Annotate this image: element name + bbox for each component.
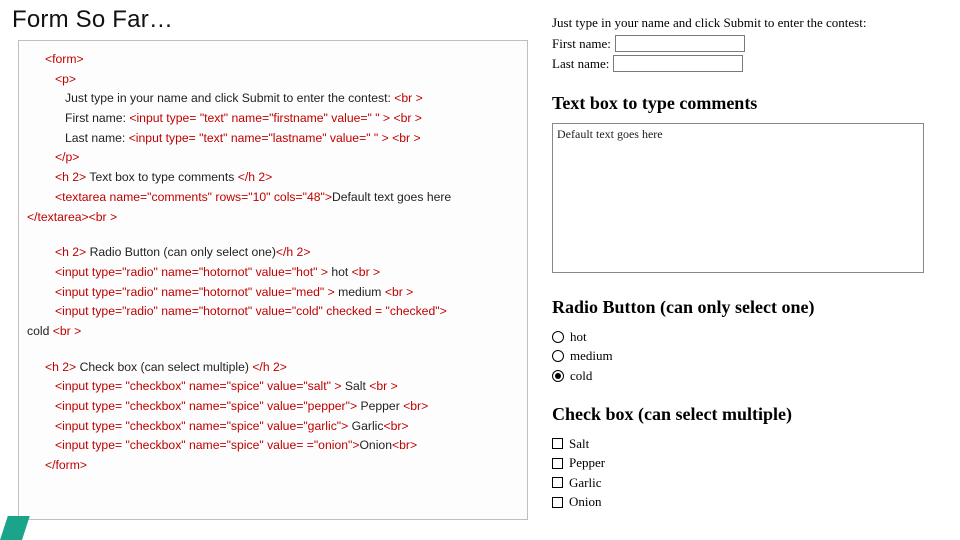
- code-tag: <input type= "checkbox" name="spice" val…: [55, 379, 341, 393]
- radio-cold-label: cold: [570, 367, 592, 385]
- code-tag: </textarea><br >: [27, 210, 117, 224]
- code-text: cold: [27, 324, 53, 338]
- code-tag: </h 2>: [252, 360, 287, 374]
- code-tag: <input type= "text" name="firstname" val…: [129, 111, 390, 125]
- code-tag: <input type="radio" name="hotornot" valu…: [55, 265, 328, 279]
- code-tag: </form>: [45, 458, 87, 472]
- code-tag: <h 2>: [55, 245, 86, 259]
- code-text: hot: [328, 265, 352, 279]
- code-tag: <br>: [403, 399, 428, 413]
- code-tag: <input type= "checkbox" name="spice" val…: [55, 419, 348, 433]
- code-tag: <p>: [55, 72, 76, 86]
- checkbox-garlic[interactable]: [552, 477, 563, 488]
- code-text: Radio Button (can only select one): [86, 245, 276, 259]
- code-text: Pepper: [357, 399, 403, 413]
- code-tag: </p>: [55, 150, 79, 164]
- checkbox-salt[interactable]: [552, 438, 563, 449]
- code-tag: <br >: [369, 379, 397, 393]
- code-tag: <br >: [390, 111, 422, 125]
- code-panel: <form> <p> Just type in your name and cl…: [18, 40, 528, 520]
- code-text: Default text goes here: [332, 190, 451, 204]
- code-tag: </h 2>: [238, 170, 273, 184]
- code-text: Just type in your name and click Submit …: [65, 91, 394, 105]
- code-tag: <br >: [394, 91, 422, 105]
- last-name-input[interactable]: [613, 55, 743, 72]
- checkbox-pepper[interactable]: [552, 458, 563, 469]
- radio-cold[interactable]: [552, 370, 564, 382]
- code-tag: <textarea name="comments" rows="10" cols…: [55, 190, 332, 204]
- radio-hot[interactable]: [552, 331, 564, 343]
- code-tag: <input type="radio" name="hotornot" valu…: [55, 285, 335, 299]
- textbox-heading: Text box to type comments: [552, 91, 937, 115]
- code-tag: <h 2>: [45, 360, 76, 374]
- checkbox-pepper-label: Pepper: [569, 454, 605, 472]
- code-tag: <br >: [389, 131, 421, 145]
- first-name-input[interactable]: [615, 35, 745, 52]
- radio-hot-label: hot: [570, 328, 587, 346]
- radio-heading: Radio Button (can only select one): [552, 295, 937, 319]
- code-text: Last name:: [65, 131, 129, 145]
- checkbox-garlic-label: Garlic: [569, 474, 601, 492]
- accent-decoration: [0, 516, 30, 540]
- code-tag: <input type="radio" name="hotornot" valu…: [55, 304, 447, 318]
- checkbox-onion-label: Onion: [569, 493, 602, 511]
- checkbox-salt-label: Salt: [569, 435, 589, 453]
- code-text: Garlic: [348, 419, 383, 433]
- checkbox-heading: Check box (can select multiple): [552, 402, 937, 426]
- code-tag: <input type= "text" name="lastname" valu…: [129, 131, 389, 145]
- preview-panel: Just type in your name and click Submit …: [552, 14, 937, 513]
- code-text: medium: [335, 285, 385, 299]
- slide-title: Form So Far…: [12, 6, 173, 34]
- checkbox-onion[interactable]: [552, 497, 563, 508]
- intro-text: Just type in your name and click Submit …: [552, 14, 937, 32]
- code-text: Onion: [359, 438, 392, 452]
- code-text: Check box (can select multiple): [76, 360, 252, 374]
- radio-medium[interactable]: [552, 350, 564, 362]
- last-name-label: Last name:: [552, 55, 609, 73]
- code-tag: </h 2>: [276, 245, 311, 259]
- code-tag: <h 2>: [55, 170, 86, 184]
- radio-medium-label: medium: [570, 347, 613, 365]
- code-text: Salt: [341, 379, 369, 393]
- code-tag: <br>: [392, 438, 417, 452]
- code-tag: <br >: [53, 324, 81, 338]
- code-text: Text box to type comments: [86, 170, 238, 184]
- code-text: First name:: [65, 111, 129, 125]
- first-name-label: First name:: [552, 35, 611, 53]
- code-tag: <input type= "checkbox" name="spice" val…: [55, 438, 359, 452]
- code-tag: <input type= "checkbox" name="spice" val…: [55, 399, 357, 413]
- code-tag: <br>: [383, 419, 408, 433]
- code-tag: <br >: [352, 265, 380, 279]
- code-tag: <br >: [385, 285, 413, 299]
- code-tag: <form>: [45, 52, 84, 66]
- comments-textarea[interactable]: [552, 123, 924, 273]
